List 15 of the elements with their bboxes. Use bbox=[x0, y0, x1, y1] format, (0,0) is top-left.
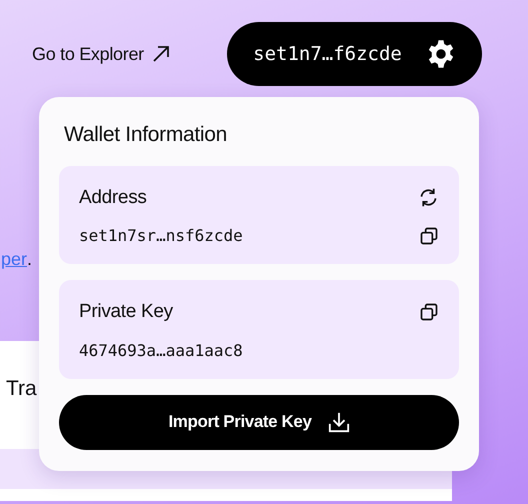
card-title: Tra bbox=[6, 376, 37, 402]
copy-icon[interactable] bbox=[419, 302, 439, 322]
refresh-icon[interactable] bbox=[418, 187, 439, 208]
field-value: set1n7sr…nsf6zcde bbox=[79, 225, 243, 247]
punctuation-text: . bbox=[27, 248, 32, 271]
field-label: Address bbox=[79, 186, 147, 210]
download-icon bbox=[328, 411, 350, 433]
explorer-link[interactable]: Go to Explorer bbox=[32, 40, 170, 68]
external-link-icon bbox=[152, 45, 170, 63]
field-label: Private Key bbox=[79, 300, 173, 324]
field-value: 4674693a…aaa1aac8 bbox=[79, 340, 243, 362]
copy-icon[interactable] bbox=[419, 226, 439, 246]
import-button[interactable]: Import Private Key bbox=[59, 394, 459, 450]
popup-title: Wallet Information bbox=[64, 122, 228, 148]
account-button[interactable]: set1n7…f6zcde bbox=[227, 22, 482, 86]
